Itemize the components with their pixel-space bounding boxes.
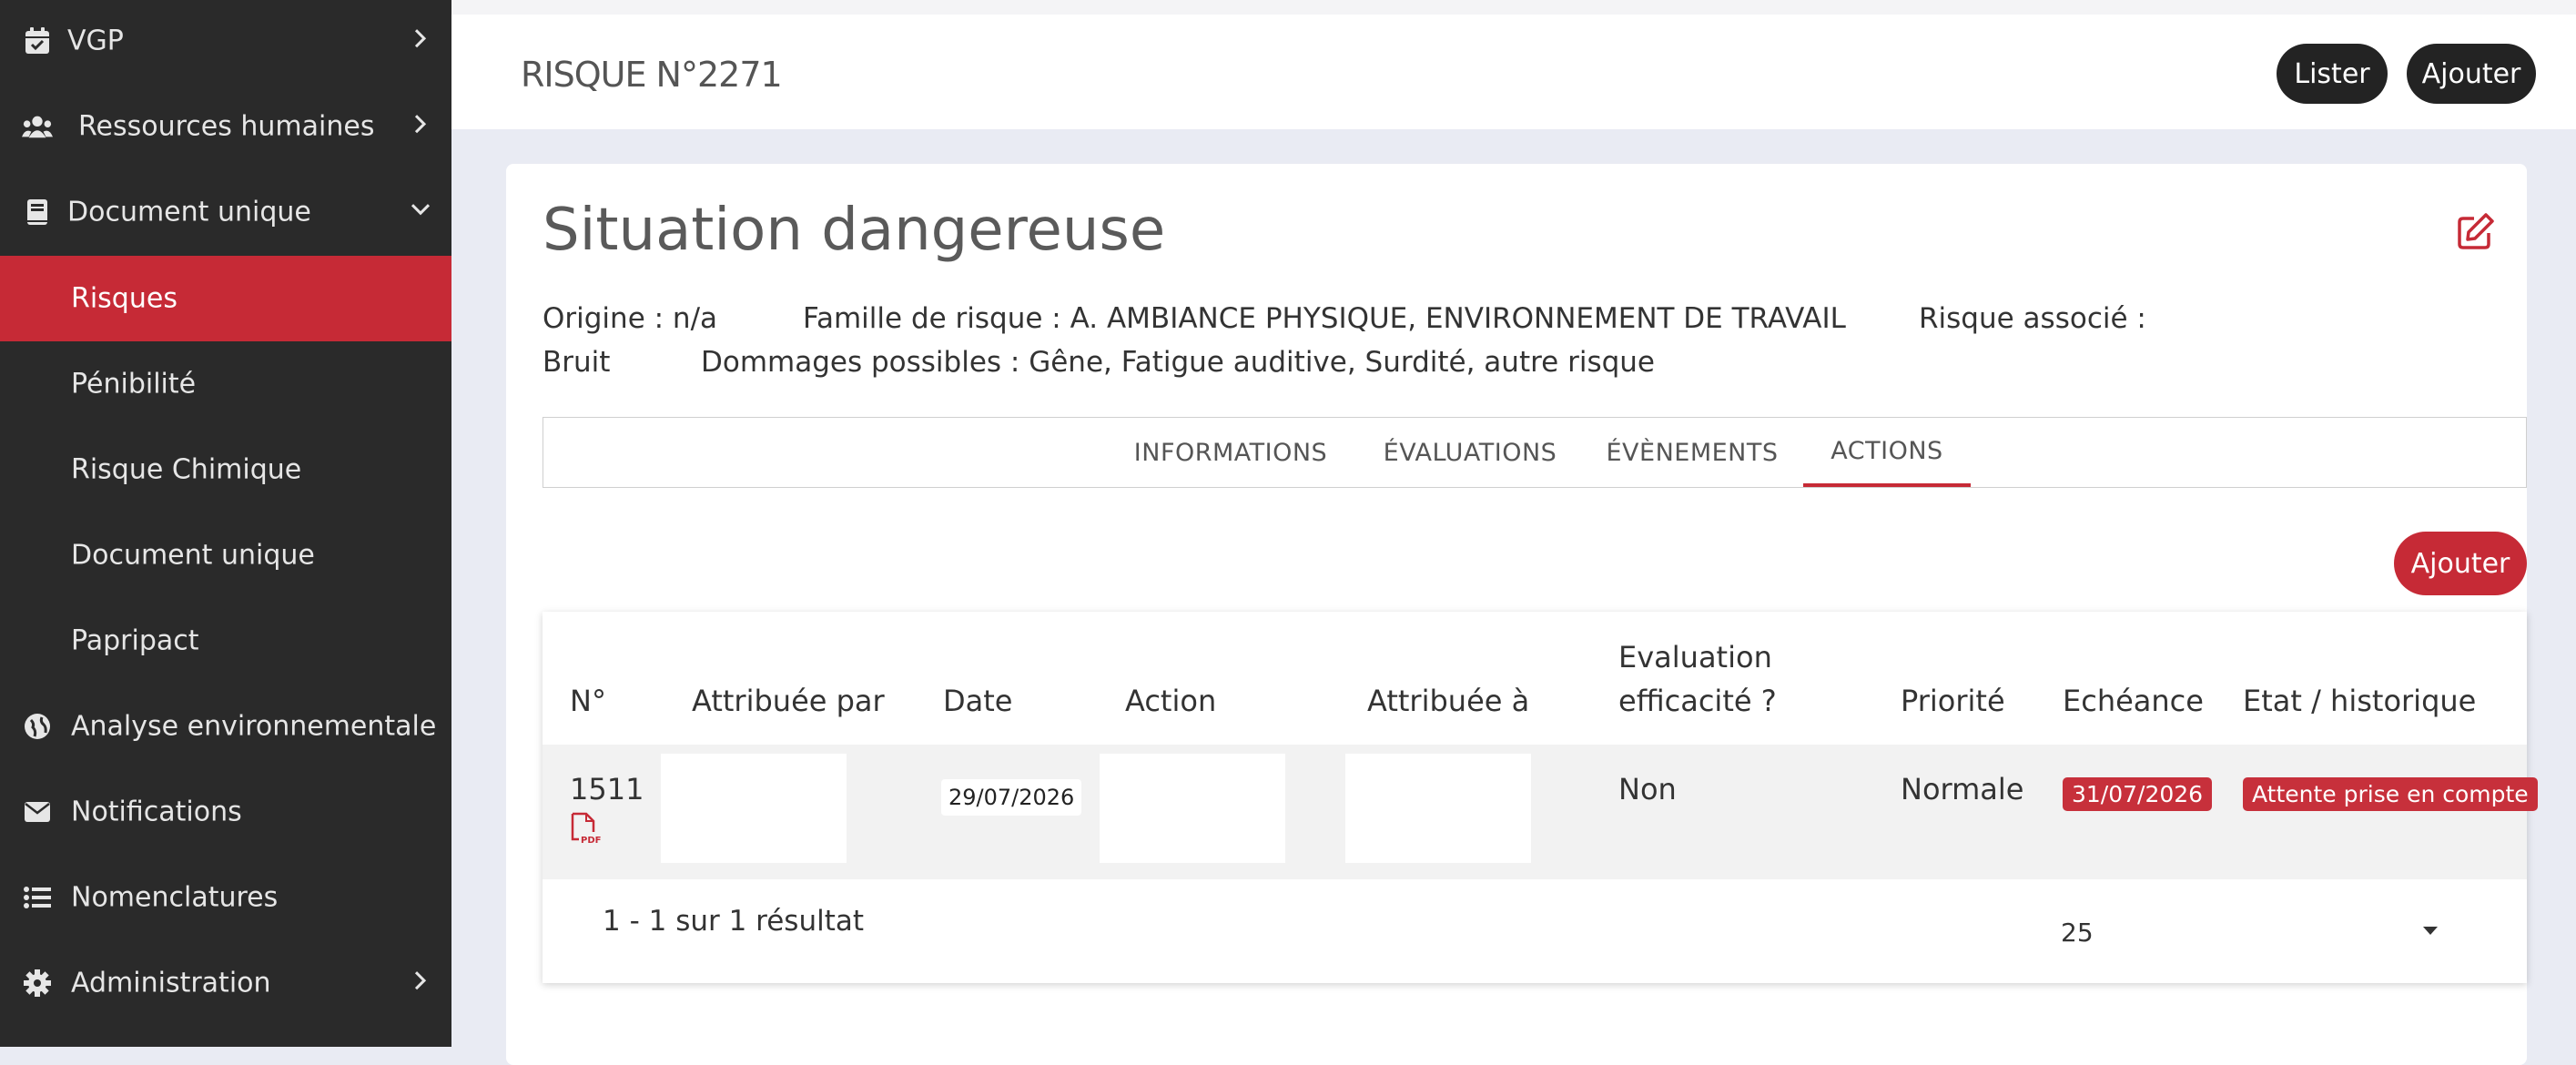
action-cell [1100, 754, 1285, 863]
book-icon [22, 197, 53, 228]
echeance-badge: 31/07/2026 [2063, 777, 2213, 811]
attribuee-a-cell [1345, 754, 1531, 863]
bruit-text: Bruit [543, 346, 611, 379]
sidebar-item-label: Risques [71, 282, 177, 315]
origine-text: Origine : n/a [543, 302, 718, 335]
column-header: Evaluation [1618, 640, 1772, 674]
header-bar: RISQUE N°2271 Lister Ajouter [451, 0, 2576, 129]
sidebar-item-analyse-environnementale[interactable]: Analyse environnementale [0, 684, 451, 769]
card-heading: Situation dangereuse [543, 197, 1166, 264]
tab-actions[interactable]: ACTIONS [1803, 418, 1971, 487]
sidebar-item-risques[interactable]: Risques [0, 256, 451, 341]
column-header: Attribuée à [1367, 684, 1530, 718]
chevron-right-icon [408, 968, 433, 993]
sidebar-item-penibilite[interactable]: Pénibilité [0, 341, 451, 427]
page-title: RISQUE N°2271 [521, 55, 783, 95]
dommages-text: Dommages possibles : Gêne, Fatigue audit… [701, 346, 1656, 379]
action-number: 1511 [570, 772, 644, 806]
status-badge[interactable]: Attente prise en compte [2243, 777, 2538, 811]
column-header: efficacité ? [1618, 684, 1777, 718]
list-icon [22, 882, 53, 913]
date-value: 29/07/2026 [941, 779, 1082, 816]
add-action-button[interactable]: Ajouter [2394, 532, 2527, 595]
sidebar-item-document-unique-sub[interactable]: Document unique [0, 512, 451, 598]
sidebar-item-label: Administration [71, 967, 271, 999]
column-header: Attribuée par [692, 684, 885, 718]
caret-down-icon [2423, 927, 2438, 935]
svg-text:PDF: PDF [581, 836, 601, 845]
attribuee-par-cell [661, 754, 847, 863]
chevron-down-icon [408, 197, 433, 222]
sidebar-item-vgp[interactable]: VGP [0, 0, 451, 84]
sidebar-item-risque-chimique[interactable]: Risque Chimique [0, 427, 451, 512]
pagination-summary: 1 - 1 sur 1 résultat [603, 905, 865, 938]
sidebar-item-document-unique[interactable]: Document unique [0, 169, 451, 255]
users-icon [22, 111, 53, 142]
chevron-right-icon [408, 111, 433, 137]
sidebar-item-label: Document unique [67, 196, 311, 228]
tabs-bar: INFORMATIONS ÉVALUATIONS ÉVÈNEMENTS ACTI… [543, 417, 2527, 488]
lister-button[interactable]: Lister [2277, 44, 2388, 104]
sidebar-item-label: Ressources humaines [78, 110, 375, 143]
column-header: N° [570, 684, 606, 718]
sidebar-item-label: Pénibilité [71, 368, 197, 401]
globe-icon [22, 711, 53, 742]
evaluation-value: Non [1618, 772, 1677, 806]
column-header: Priorité [1901, 684, 2005, 718]
sidebar-item-nomenclatures[interactable]: Nomenclatures [0, 855, 451, 940]
priorite-value: Normale [1901, 772, 2024, 806]
sidebar-item-papripact[interactable]: Papripact [0, 598, 451, 684]
tab-informations[interactable]: INFORMATIONS [1108, 418, 1354, 487]
page-size-value: 25 [2061, 918, 2094, 948]
column-header: Date [943, 684, 1013, 718]
sidebar: VGP Ressources humaines Document unique … [0, 0, 451, 1047]
page-size-select[interactable]: 25 [2041, 899, 2458, 965]
sidebar-item-label: Risque Chimique [71, 453, 302, 486]
risque-associe-text: Risque associé : [1919, 302, 2146, 335]
column-header: Echéance [2063, 684, 2204, 718]
sidebar-item-administration[interactable]: Administration [0, 940, 451, 1026]
sidebar-item-label: Document unique [71, 539, 315, 572]
chevron-right-icon [408, 25, 433, 51]
famille-text: Famille de risque : A. AMBIANCE PHYSIQUE… [803, 302, 1846, 335]
sidebar-item-label: Analyse environnementale [71, 710, 437, 743]
sidebar-item-label: Papripact [71, 624, 199, 657]
sidebar-item-label: Nomenclatures [71, 881, 279, 914]
sidebar-item-ressources-humaines[interactable]: Ressources humaines [0, 84, 451, 169]
envelope-icon [22, 796, 53, 827]
gear-icon [22, 968, 53, 999]
sidebar-item-notifications[interactable]: Notifications [0, 769, 451, 855]
column-header: Action [1125, 684, 1217, 718]
risk-card: Situation dangereuse Origine : n/a Famil… [506, 164, 2538, 1065]
sidebar-item-label: Notifications [71, 796, 242, 828]
column-header: Etat / historique [2243, 684, 2477, 718]
pdf-icon[interactable]: PDF [570, 812, 601, 846]
ajouter-button[interactable]: Ajouter [2407, 44, 2536, 104]
actions-table: N° Attribuée par Date Action Attribuée à… [543, 612, 2538, 983]
calendar-check-icon [22, 25, 53, 56]
tab-evaluations[interactable]: ÉVALUATIONS [1363, 418, 1577, 487]
tab-evenements[interactable]: ÉVÈNEMENTS [1588, 418, 1796, 487]
sidebar-item-label: VGP [67, 25, 124, 57]
edit-icon[interactable] [2456, 211, 2496, 251]
